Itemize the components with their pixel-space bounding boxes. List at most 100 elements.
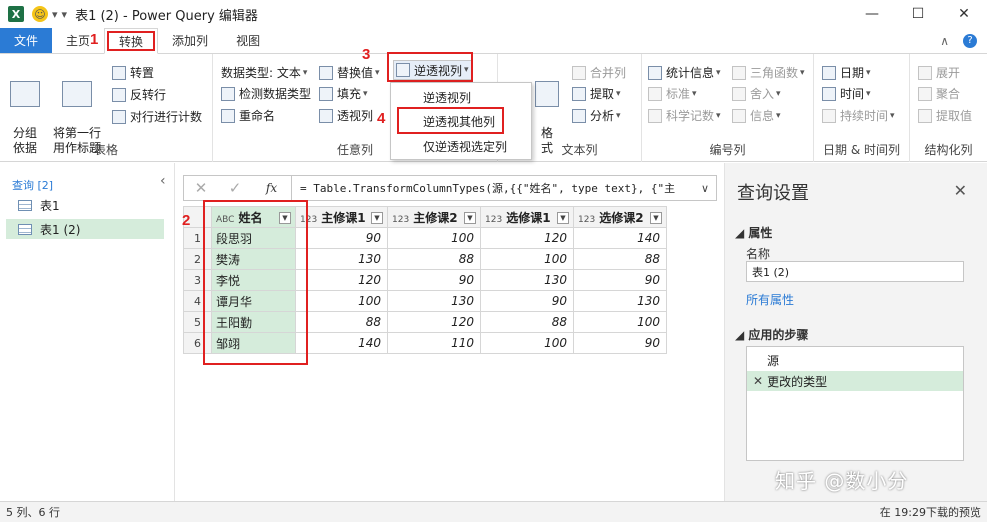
- rounding-button[interactable]: 舍入 ▾: [732, 85, 781, 102]
- column-header[interactable]: 123 选修课2 ▼: [573, 206, 667, 228]
- cell-value[interactable]: 140: [295, 332, 388, 354]
- tab-view[interactable]: 视图: [222, 28, 274, 53]
- filter-icon[interactable]: ▼: [650, 211, 662, 224]
- tab-transform[interactable]: 转换: [104, 28, 159, 54]
- extract-button[interactable]: 提取 ▾: [572, 85, 621, 102]
- help-icon[interactable]: ?: [963, 33, 977, 48]
- trigonometry-button[interactable]: 三角函数 ▾: [732, 64, 805, 81]
- cell-value[interactable]: 100: [387, 227, 481, 249]
- cell-value[interactable]: 130: [295, 248, 388, 270]
- cell-value[interactable]: 90: [295, 227, 388, 249]
- cell-value[interactable]: 90: [480, 290, 574, 312]
- all-properties-link[interactable]: 所有属性: [746, 291, 794, 308]
- cell-value[interactable]: 120: [387, 311, 481, 333]
- replace-values-button[interactable]: 替换值 ▾: [319, 64, 380, 81]
- extract-values-button[interactable]: 提取值: [918, 107, 972, 124]
- information-button[interactable]: 信息 ▾: [732, 107, 781, 124]
- aggregate-icon: [918, 86, 932, 101]
- smiley-feedback-icon[interactable]: ☺: [32, 6, 48, 22]
- detect-type-button[interactable]: 检测数据类型: [221, 85, 311, 102]
- expand-button[interactable]: 展开: [918, 64, 960, 81]
- cell-value[interactable]: 130: [387, 290, 481, 312]
- close-window-button[interactable]: ✕: [941, 0, 987, 28]
- time-button[interactable]: 时间 ▾: [822, 85, 871, 102]
- trigonometry-icon: [732, 65, 746, 80]
- standard-button[interactable]: 标准 ▾: [648, 85, 697, 102]
- menu-item-unpivot-selected-only[interactable]: 仅逆透视选定列: [391, 135, 531, 157]
- cell-value[interactable]: 130: [573, 290, 667, 312]
- column-header[interactable]: 123 主修课1 ▼: [295, 206, 388, 228]
- commit-formula-icon[interactable]: ✓: [218, 179, 252, 197]
- transpose-button[interactable]: 转置: [112, 64, 154, 81]
- cell-value[interactable]: 100: [480, 332, 574, 354]
- query-item[interactable]: 表1: [6, 195, 164, 215]
- statistics-button[interactable]: 统计信息 ▾: [648, 64, 721, 81]
- date-button[interactable]: 日期 ▾: [822, 64, 871, 81]
- scientific-icon: [648, 108, 662, 123]
- cell-value[interactable]: 90: [387, 269, 481, 291]
- cell-value[interactable]: 88: [480, 311, 574, 333]
- queries-header[interactable]: 查询 [2]: [12, 177, 53, 193]
- collapse-ribbon-icon[interactable]: ∧: [940, 34, 949, 48]
- aggregate-button[interactable]: 聚合: [918, 85, 960, 102]
- rename-button[interactable]: 重命名: [221, 107, 275, 124]
- cell-value[interactable]: 100: [573, 311, 667, 333]
- marker-1: 1: [90, 31, 99, 48]
- merge-columns-button[interactable]: 合并列: [572, 64, 626, 81]
- fx-icon[interactable]: fx: [252, 175, 292, 201]
- cell-value[interactable]: 88: [387, 248, 481, 270]
- scientific-button[interactable]: 科学记数 ▾: [648, 107, 721, 124]
- menu-item-unpivot-columns[interactable]: 逆透视列: [391, 86, 531, 108]
- step-item-selected[interactable]: ✕ 更改的类型: [747, 371, 963, 391]
- cell-value[interactable]: 130: [480, 269, 574, 291]
- data-type-dropdown[interactable]: 数据类型: 文本 ▾: [221, 64, 307, 81]
- duration-button[interactable]: 持续时间 ▾: [822, 107, 895, 124]
- delete-step-icon[interactable]: ✕: [753, 374, 763, 388]
- reverse-rows-button[interactable]: 反转行: [112, 86, 166, 103]
- column-header[interactable]: 123 选修课1 ▼: [480, 206, 574, 228]
- table-icon: [18, 223, 32, 235]
- cell-value[interactable]: 88: [573, 248, 667, 270]
- excel-app-icon: X: [8, 6, 24, 22]
- name-label: 名称: [746, 247, 771, 261]
- applied-steps-list: 源 ✕ 更改的类型: [746, 346, 964, 461]
- properties-header[interactable]: ◢ 属性: [735, 224, 772, 241]
- parse-button[interactable]: 分析 ▾: [572, 107, 621, 124]
- cell-value[interactable]: 88: [295, 311, 388, 333]
- detect-type-icon: [221, 86, 235, 101]
- close-icon[interactable]: ✕: [954, 181, 967, 200]
- count-rows-icon: [112, 109, 126, 124]
- cell-value[interactable]: 110: [387, 332, 481, 354]
- customize-toolbar-icon[interactable]: ▾: [62, 8, 68, 21]
- filter-icon[interactable]: ▼: [371, 211, 383, 224]
- cell-value[interactable]: 120: [295, 269, 388, 291]
- information-icon: [732, 108, 746, 123]
- filter-icon[interactable]: ▼: [464, 211, 476, 224]
- cell-value[interactable]: 100: [480, 248, 574, 270]
- cell-value[interactable]: 100: [295, 290, 388, 312]
- applied-steps-header[interactable]: ◢ 应用的步骤: [735, 326, 808, 343]
- collapse-pane-icon[interactable]: ‹: [160, 173, 166, 189]
- pivot-column-button[interactable]: 透视列: [319, 107, 373, 124]
- group-label-datetime: 日期 & 时间列: [823, 143, 900, 157]
- query-name-input[interactable]: 表1 (2): [746, 261, 964, 282]
- cancel-formula-icon[interactable]: ✕: [184, 179, 218, 197]
- step-item[interactable]: 源: [747, 350, 963, 370]
- maximize-button[interactable]: ☐: [895, 0, 941, 28]
- fill-button[interactable]: 填充 ▾: [319, 85, 368, 102]
- query-item-selected[interactable]: 表1 (2): [6, 219, 164, 239]
- minimize-button[interactable]: —: [849, 0, 895, 28]
- cell-value[interactable]: 120: [480, 227, 574, 249]
- filter-icon[interactable]: ▼: [557, 211, 569, 224]
- count-rows-button[interactable]: 对行进行计数: [112, 108, 202, 125]
- cell-value[interactable]: 90: [573, 332, 667, 354]
- formula-input[interactable]: = Table.TransformColumnTypes(源,{{"姓名", t…: [292, 180, 694, 196]
- tab-file[interactable]: 文件: [0, 28, 53, 53]
- expand-formula-icon[interactable]: ∨: [694, 182, 716, 195]
- chevron-down-icon: ▾: [616, 88, 621, 99]
- dropdown-caret-icon[interactable]: ▾: [52, 8, 58, 21]
- cell-value[interactable]: 90: [573, 269, 667, 291]
- column-header[interactable]: 123 主修课2 ▼: [387, 206, 481, 228]
- tab-add-column[interactable]: 添加列: [158, 28, 222, 53]
- cell-value[interactable]: 140: [573, 227, 667, 249]
